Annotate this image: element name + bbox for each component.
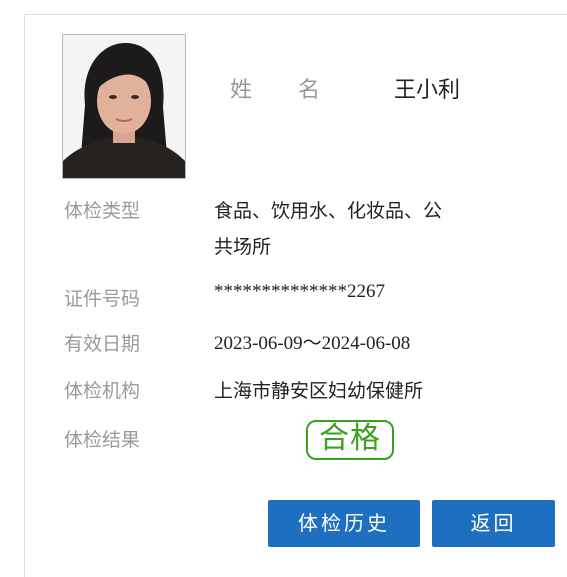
name-label-1: 姓 bbox=[230, 78, 255, 103]
exam-type-line2: 共场所 bbox=[214, 236, 272, 258]
validity-value: 2023-06-09～2024-06-08 bbox=[214, 333, 411, 354]
org-value: 上海市静安区妇幼保健所 bbox=[214, 380, 424, 402]
validity-label: 有效日期 bbox=[64, 333, 141, 355]
org-label: 体检机构 bbox=[64, 380, 141, 402]
result-label: 体检结果 bbox=[64, 429, 141, 451]
avatar-photo bbox=[62, 34, 186, 179]
name-value: 王小利 bbox=[394, 78, 461, 103]
name-label: 姓名 bbox=[230, 72, 322, 104]
exam-type-label: 体检类型 bbox=[64, 200, 141, 222]
name-label-2: 名 bbox=[298, 78, 323, 103]
result-stamp: 合格 bbox=[306, 420, 394, 460]
exam-type-line1: 食品、饮用水、化妆品、公 bbox=[214, 200, 443, 222]
id-value: **************2267 bbox=[214, 281, 385, 302]
back-button[interactable]: 返回 bbox=[432, 500, 555, 547]
id-label: 证件号码 bbox=[64, 288, 141, 310]
exam-history-button[interactable]: 体检历史 bbox=[268, 500, 420, 547]
